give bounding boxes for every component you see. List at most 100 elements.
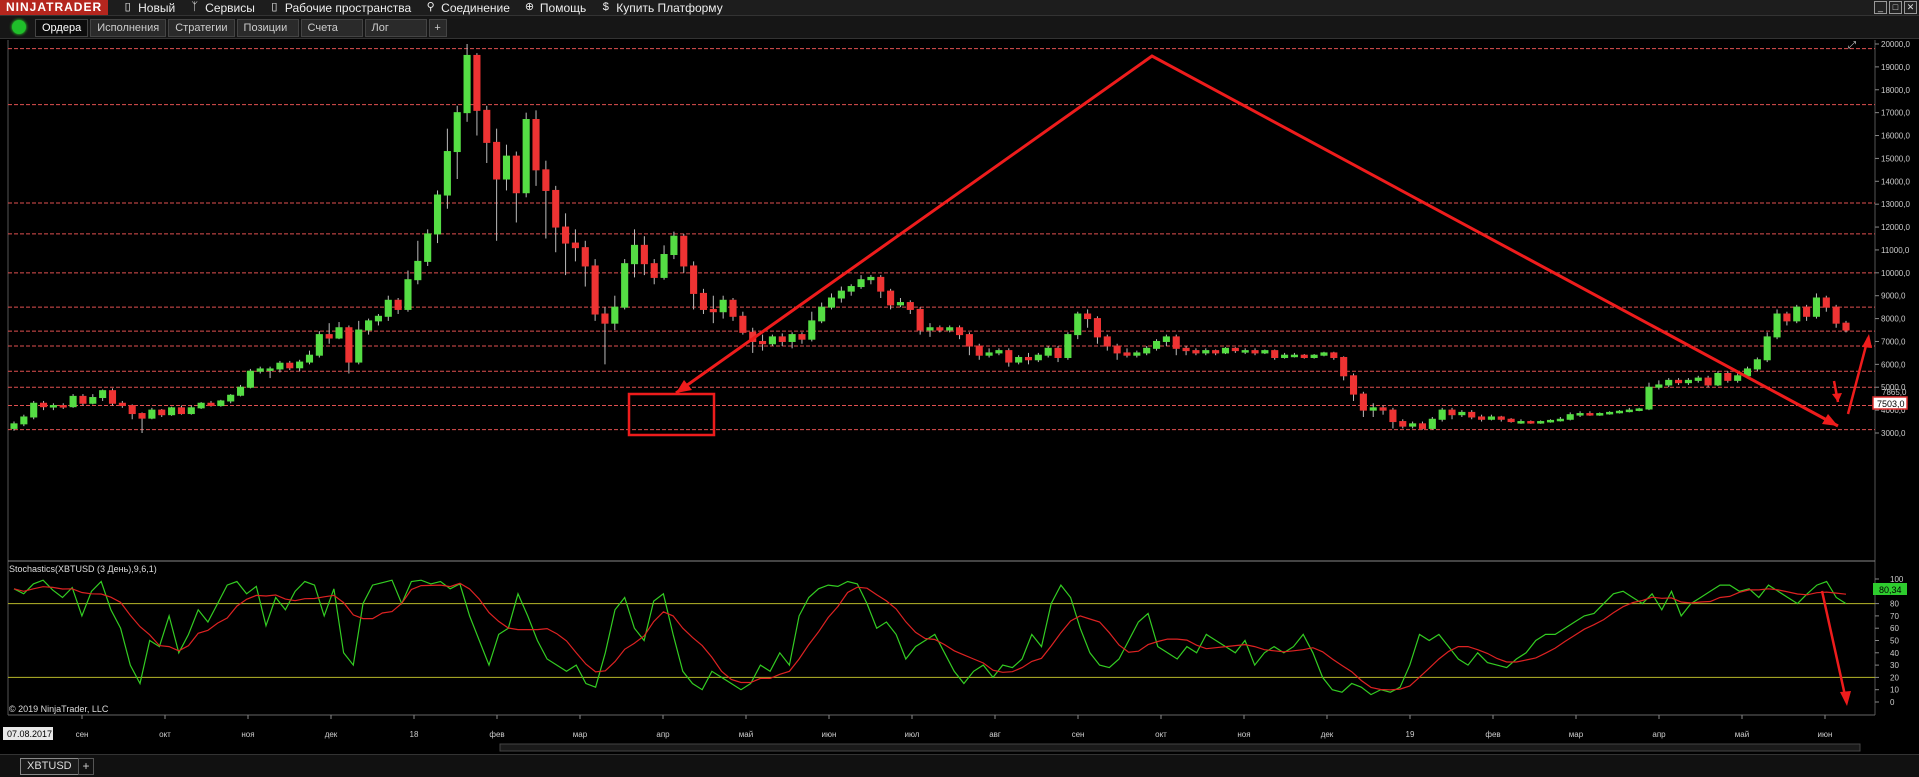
- candle-body: [266, 368, 274, 371]
- menu-buy-platform[interactable]: $ Купить Платформу: [600, 1, 723, 15]
- price-axis-label: 7000,0: [1881, 337, 1906, 346]
- candle-body: [414, 260, 422, 281]
- candle-body: [630, 244, 639, 265]
- stoch-axis-label: 70: [1890, 612, 1899, 621]
- tab-accounts[interactable]: Счета: [300, 19, 363, 37]
- tab-strip: Ордера Исполнения Стратегии Позиции Счет…: [35, 19, 447, 37]
- time-axis-label: ноя: [1237, 730, 1250, 739]
- candle-body: [1281, 354, 1289, 358]
- candle: [424, 229, 432, 266]
- candle-body: [1162, 336, 1170, 342]
- candle-body: [404, 279, 412, 310]
- tab-positions[interactable]: Позиции: [236, 19, 299, 37]
- minimize-button[interactable]: _: [1874, 1, 1887, 14]
- candle-body: [522, 119, 530, 194]
- candle-body: [453, 112, 461, 153]
- candle-body: [877, 276, 885, 292]
- candle-body: [30, 402, 38, 418]
- candle-body: [1320, 352, 1328, 356]
- candle-body: [1231, 347, 1239, 352]
- candle: [621, 259, 629, 310]
- tab-orders[interactable]: Ордера: [35, 19, 89, 37]
- plug-icon: ⚲: [426, 1, 435, 13]
- candle-body: [650, 263, 658, 278]
- instrument-tab-xbtusd[interactable]: XBTUSD: [20, 758, 79, 775]
- candle: [1763, 332, 1771, 363]
- candle-body: [1271, 350, 1279, 358]
- horizontal-scrollbar[interactable]: [499, 743, 1861, 752]
- time-axis-label: сен: [76, 730, 89, 739]
- menu-help-label: Помощь: [539, 0, 587, 15]
- candle-body: [1645, 386, 1653, 410]
- candle-body: [1221, 347, 1230, 354]
- candle-body: [1487, 416, 1495, 420]
- chart-expand-icon[interactable]: ⤢: [1848, 40, 1856, 51]
- price-axis-label: 10000,0: [1881, 269, 1910, 278]
- add-tab-button[interactable]: +: [428, 19, 447, 37]
- candle-body: [601, 313, 609, 324]
- candle-body: [1005, 350, 1013, 363]
- candle-body: [1349, 375, 1358, 395]
- candle: [1300, 354, 1308, 359]
- candle-body: [345, 327, 353, 363]
- candle-body: [1428, 418, 1436, 429]
- tab-log[interactable]: Лог: [364, 19, 427, 37]
- stoch-axis-label: 10: [1890, 686, 1899, 695]
- candle-body: [207, 402, 215, 407]
- price-axis-label: 8000,0: [1881, 315, 1906, 324]
- candle-body: [621, 263, 629, 308]
- candle-body: [1290, 354, 1298, 358]
- candle-body: [374, 315, 382, 322]
- candle: [1310, 354, 1318, 359]
- candle-body: [296, 361, 304, 369]
- stoch-axis-label: 20: [1890, 673, 1899, 682]
- time-axis-label: окт: [1155, 730, 1167, 739]
- maximize-button[interactable]: □: [1889, 1, 1902, 14]
- price-axis-label: 15000,0: [1881, 154, 1910, 163]
- candle-body: [433, 194, 442, 235]
- tab-strategies[interactable]: Стратегии: [168, 19, 235, 37]
- close-button[interactable]: ✕: [1904, 1, 1917, 14]
- candle-body: [1773, 313, 1781, 338]
- tab-executions[interactable]: Исполнения: [90, 19, 167, 37]
- candle-body: [1625, 409, 1633, 413]
- candle-body: [325, 334, 333, 339]
- candle-body: [946, 327, 954, 331]
- candle: [168, 406, 176, 416]
- candle-body: [69, 395, 77, 408]
- candle-body: [217, 400, 225, 407]
- candle-body: [1024, 356, 1033, 361]
- candle-body: [1330, 352, 1338, 358]
- menu-connection[interactable]: ⚲ Соединение: [425, 1, 510, 15]
- time-axis-label: июн: [1818, 730, 1833, 739]
- add-instrument-tab-button[interactable]: +: [78, 758, 94, 775]
- candle-body: [1842, 322, 1850, 331]
- candle-body: [1822, 297, 1830, 308]
- time-axis-label: 18: [410, 730, 419, 739]
- menu-services[interactable]: ᛉ Сервисы: [189, 1, 255, 15]
- candle-body: [788, 334, 796, 342]
- candle-body: [1093, 318, 1101, 338]
- time-axis-label: ноя: [241, 730, 254, 739]
- candle-body: [99, 390, 107, 399]
- menu-new[interactable]: ▯ Новый: [122, 1, 176, 15]
- candle-body: [571, 242, 579, 249]
- time-axis-label: окт: [159, 730, 171, 739]
- candle-body: [1586, 413, 1594, 416]
- candle-body: [1803, 306, 1811, 317]
- candle-body: [690, 265, 698, 294]
- chart-area[interactable]: 20000,0 19000,0 18000,0 17000,0 16000,0 15000…: [0, 39, 1919, 754]
- candle-body: [1497, 416, 1505, 420]
- candle-body: [276, 362, 284, 370]
- menu-help[interactable]: ⊕ Помощь: [524, 1, 586, 15]
- candle-body: [699, 292, 708, 310]
- candle-body: [424, 233, 432, 262]
- menu-workspaces[interactable]: ▯ Рабочие пространства: [269, 1, 411, 15]
- candle-body: [1753, 359, 1761, 370]
- candle-body: [995, 350, 1003, 354]
- candle-body: [1192, 350, 1200, 354]
- candle-body: [591, 265, 599, 315]
- candle: [1221, 347, 1230, 355]
- candle: [1064, 332, 1072, 360]
- candle-body: [542, 169, 550, 191]
